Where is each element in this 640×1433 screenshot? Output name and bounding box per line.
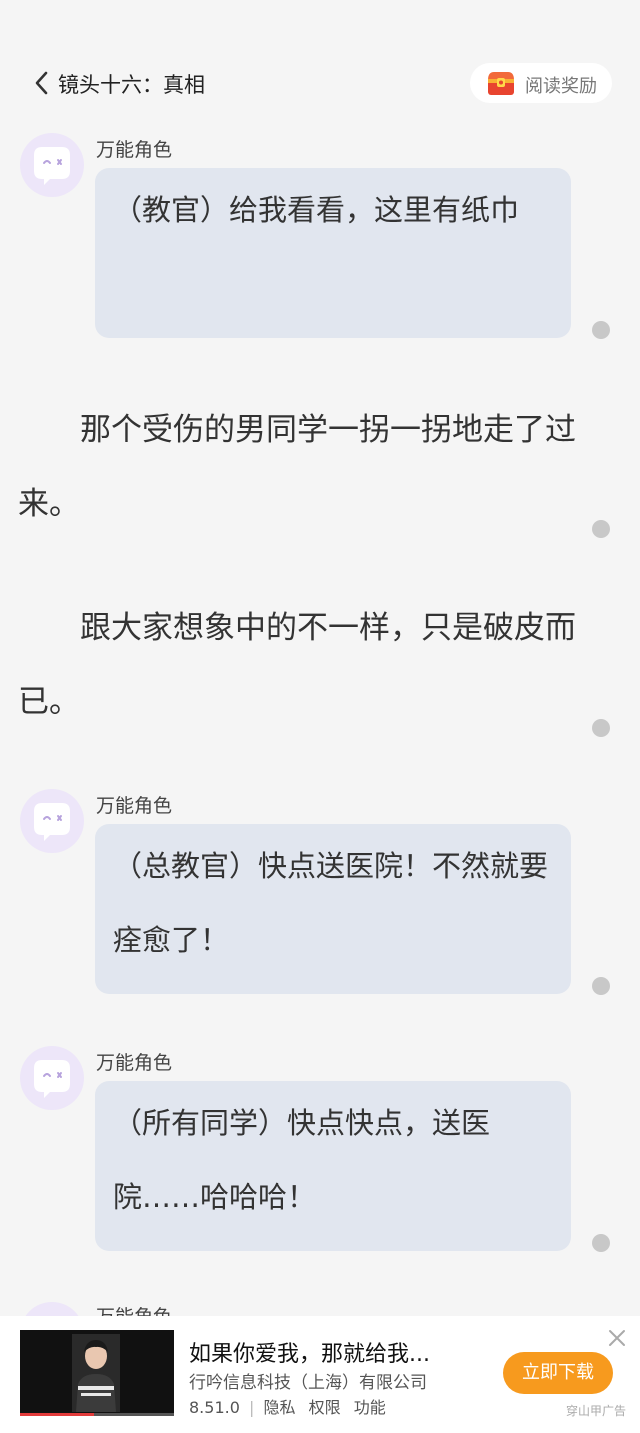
ad-source-label: 穿山甲广告 xyxy=(566,1404,627,1418)
speaker-name: 万能角色 xyxy=(96,795,173,817)
ad-banner[interactable]: 如果你爱我，那就给我... 行吟信息科技（上海）有限公司 8.51.0 | 隐私… xyxy=(0,1316,640,1433)
paragraph-comment-dot[interactable] xyxy=(592,321,610,339)
avatar[interactable] xyxy=(20,1302,84,1316)
dialogue-bubble[interactable]: （总教官）快点送医院！不然就要痊愈了！ xyxy=(95,824,571,994)
ad-features-link[interactable]: 功能 xyxy=(354,1398,386,1417)
paragraph-comment-dot[interactable] xyxy=(592,719,610,737)
chat-bubble-face-icon xyxy=(34,803,70,841)
ad-app-version: 8.51.0 xyxy=(189,1398,240,1417)
chat-bubble-face-icon xyxy=(34,1060,70,1098)
dialogue-text: （所有同学）快点快点，送医院……哈哈哈！ xyxy=(113,1106,491,1214)
ad-video-progress xyxy=(20,1413,174,1416)
download-button[interactable]: 立即下载 xyxy=(503,1352,613,1394)
reading-reward-label: 阅读奖励 xyxy=(525,76,597,97)
paragraph-comment-dot[interactable] xyxy=(592,977,610,995)
chat-bubble-face-icon xyxy=(34,147,70,185)
narration-paragraph: 那个受伤的男同学一拐一拐地走了过来。 xyxy=(18,412,576,522)
chevron-left-icon[interactable] xyxy=(32,70,54,96)
reading-content: 镜头十六：真相 阅读奖励 万能角色 （教官）给我看看，这里有纸巾 那个受伤的男同… xyxy=(0,0,640,1316)
chat-bubble-face-icon xyxy=(20,1302,84,1316)
ad-video-progress-fill xyxy=(20,1413,94,1416)
dialogue-bubble[interactable]: （所有同学）快点快点，送医院……哈哈哈！ xyxy=(95,1081,571,1251)
ad-video-thumbnail[interactable] xyxy=(20,1330,174,1416)
dialogue-text: （教官）给我看看，这里有纸巾 xyxy=(113,193,520,227)
avatar[interactable] xyxy=(20,789,84,853)
person-portrait-icon xyxy=(72,1334,120,1412)
ad-permissions-link[interactable]: 权限 xyxy=(309,1398,341,1417)
reading-reward-button[interactable]: 阅读奖励 xyxy=(470,63,612,103)
dialogue-text: （总教官）快点送医院！不然就要痊愈了！ xyxy=(113,849,549,957)
close-icon[interactable] xyxy=(606,1327,628,1349)
chapter-title[interactable]: 镜头十六：真相 xyxy=(58,69,205,99)
dialogue-bubble[interactable]: （教官）给我看看，这里有纸巾 xyxy=(95,168,571,338)
reader-header: 镜头十六：真相 阅读奖励 xyxy=(0,60,640,106)
ad-meta-separator: | xyxy=(248,1398,255,1417)
speaker-name: 万能角色 xyxy=(96,139,173,161)
paragraph-comment-dot[interactable] xyxy=(592,1234,610,1252)
avatar[interactable] xyxy=(20,133,84,197)
ad-privacy-link[interactable]: 隐私 xyxy=(263,1398,295,1417)
speaker-name: 万能角色 xyxy=(96,1052,173,1074)
speaker-name: 万能角色 xyxy=(96,1302,172,1316)
paragraph-comment-dot[interactable] xyxy=(592,520,610,538)
ad-company: 行吟信息科技（上海）有限公司 xyxy=(189,1373,427,1393)
ad-title[interactable]: 如果你爱我，那就给我... xyxy=(189,1336,430,1368)
ad-meta: 8.51.0 | 隐私 权限 功能 xyxy=(189,1394,386,1418)
narration-paragraph: 跟大家想象中的不一样，只是破皮而已。 xyxy=(18,610,576,720)
avatar[interactable] xyxy=(20,1046,84,1110)
treasure-chest-icon xyxy=(486,69,516,97)
